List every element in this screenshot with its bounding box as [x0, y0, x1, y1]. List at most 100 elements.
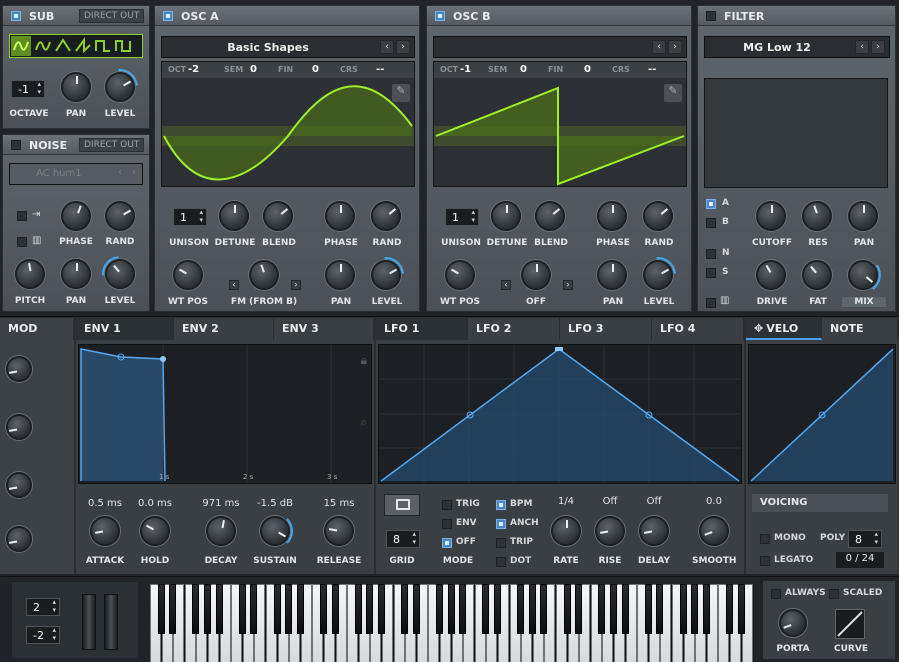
lfo-tab-1[interactable]: LFO 1 [376, 318, 468, 340]
filter-pan-knob[interactable] [848, 201, 878, 231]
osc-a-fm-prev-icon[interactable]: ‹ [229, 280, 239, 290]
black-key[interactable] [702, 584, 710, 634]
osc-b-preset-prev-icon[interactable]: ‹ [652, 40, 666, 54]
env-tab-1[interactable]: ENV 1 [76, 318, 174, 340]
sub-enable-checkbox[interactable] [11, 11, 21, 21]
sub-pan-knob[interactable] [61, 72, 91, 102]
osc-a-enable-checkbox[interactable] [163, 11, 173, 21]
velo-graph[interactable] [748, 344, 896, 484]
mod-slot-2-knob[interactable] [6, 414, 32, 440]
lfo-tab-4[interactable]: LFO 4 [652, 318, 744, 340]
piano-keyboard[interactable] [150, 584, 754, 662]
osc-a-pan-knob[interactable] [325, 260, 355, 290]
osc-b-edit-icon[interactable]: ✎ [664, 84, 682, 102]
black-key[interactable] [621, 584, 629, 634]
black-key[interactable] [644, 584, 652, 634]
always-checkbox[interactable] [771, 589, 781, 599]
black-key[interactable] [447, 584, 455, 634]
black-key[interactable] [726, 584, 733, 634]
env-sustain-knob[interactable] [257, 513, 293, 549]
sub-waveform-selector[interactable] [9, 34, 143, 58]
lfo-rise-knob[interactable] [595, 516, 625, 546]
lfo-dot-checkbox[interactable] [496, 557, 506, 567]
osc-a-blend-knob[interactable] [263, 201, 293, 231]
osc-a-preset-next-icon[interactable]: › [396, 40, 410, 54]
lfo-anch-checkbox[interactable] [496, 519, 506, 529]
env-hold-knob[interactable] [140, 516, 170, 546]
black-key[interactable] [378, 584, 385, 634]
osc-b-level-knob[interactable] [632, 249, 684, 301]
lfo-env-checkbox[interactable] [442, 519, 452, 529]
osc-b-wavetable-display[interactable]: OCT -1 SEM 0 FIN 0 CRS -- ✎ [433, 61, 687, 187]
black-key[interactable] [354, 584, 362, 634]
mod-wheel[interactable] [104, 594, 118, 650]
pitch-down-spinner[interactable]: -2 [26, 626, 60, 644]
env-attack-knob[interactable] [90, 516, 120, 546]
lfo-trig-checkbox[interactable] [442, 500, 452, 510]
mod-slot-4-knob[interactable] [6, 526, 32, 552]
osc-b-phase-knob[interactable] [597, 201, 627, 231]
mod-slot-3-knob[interactable] [6, 472, 32, 498]
noise-rand-knob[interactable] [105, 201, 135, 231]
osc-b-mod-prev-icon[interactable]: ‹ [501, 280, 511, 290]
black-key[interactable] [157, 584, 165, 634]
black-key[interactable] [401, 584, 409, 634]
noise-preset-display[interactable]: AC hum1 ‹ › [9, 163, 143, 185]
osc-b-preset-next-icon[interactable]: › [668, 40, 682, 54]
osc-b-enable-checkbox[interactable] [435, 11, 445, 21]
black-key[interactable] [204, 584, 211, 634]
lfo-off-checkbox[interactable] [442, 538, 452, 548]
filter-res-knob[interactable] [802, 201, 832, 231]
noise-preset-next-icon[interactable]: › [132, 167, 136, 178]
black-key[interactable] [366, 584, 374, 634]
env-tab-3[interactable]: ENV 3 [274, 318, 374, 340]
black-key[interactable] [331, 584, 339, 634]
black-key[interactable] [459, 584, 467, 634]
filter-fat-knob[interactable] [802, 260, 832, 290]
filter-type-next-icon[interactable]: › [871, 40, 885, 54]
pitch-up-spinner[interactable]: 2 [26, 598, 60, 616]
black-key[interactable] [737, 584, 745, 634]
mod-slot-1-knob[interactable] [6, 356, 32, 382]
noise-keytrack-checkbox[interactable] [17, 237, 27, 247]
osc-b-unison-spinner[interactable]: 1 [445, 208, 479, 226]
lfo-tab-3[interactable]: LFO 3 [560, 318, 652, 340]
env-lock-icon[interactable]: 🔒︎ [361, 353, 367, 368]
osc-b-fin-value[interactable]: 0 [584, 64, 591, 75]
osc-b-rand-knob[interactable] [643, 201, 673, 231]
black-key[interactable] [598, 584, 606, 634]
velo-tab[interactable]: ✥ VELO [746, 318, 822, 340]
filter-type-display[interactable]: MG Low 12 ‹ › [704, 36, 890, 58]
black-key[interactable] [563, 584, 571, 634]
black-key[interactable] [575, 584, 583, 634]
env-tab-2[interactable]: ENV 2 [174, 318, 274, 340]
black-key[interactable] [250, 584, 258, 634]
env-graph[interactable]: 1 s 2 s 3 s 🔒︎ ⌕ [78, 344, 372, 484]
osc-a-preset-display[interactable]: Basic Shapes ‹ › [161, 36, 415, 58]
black-key[interactable] [192, 584, 200, 634]
osc-a-edit-icon[interactable]: ✎ [392, 84, 410, 102]
lfo-delay-knob[interactable] [639, 516, 669, 546]
env-zoom-icon[interactable]: ⌕ [360, 415, 367, 430]
sub-direct-out-button[interactable]: DIRECT OUT [79, 9, 145, 23]
env-decay-knob[interactable] [206, 516, 236, 546]
black-key[interactable] [482, 584, 490, 634]
note-tab[interactable]: NOTE [822, 318, 898, 340]
osc-a-fm-next-icon[interactable]: › [291, 280, 301, 290]
osc-b-crs-value[interactable]: -- [648, 64, 656, 75]
scaled-checkbox[interactable] [829, 589, 839, 599]
mono-checkbox[interactable] [760, 534, 770, 544]
noise-oneshot-checkbox[interactable] [17, 211, 27, 221]
filter-route-s-checkbox[interactable] [706, 268, 716, 278]
lfo-graph[interactable] [378, 344, 742, 484]
porta-knob[interactable] [779, 609, 807, 637]
black-key[interactable] [679, 584, 687, 634]
osc-b-mod-next-icon[interactable]: › [563, 280, 573, 290]
lfo-grid-spinner[interactable]: 8 [386, 530, 420, 548]
noise-enable-checkbox[interactable] [11, 140, 21, 150]
lfo-smooth-knob[interactable] [699, 516, 729, 546]
black-key[interactable] [517, 584, 525, 634]
black-key[interactable] [169, 584, 177, 634]
black-key[interactable] [412, 584, 420, 634]
osc-a-rand-knob[interactable] [371, 201, 401, 231]
